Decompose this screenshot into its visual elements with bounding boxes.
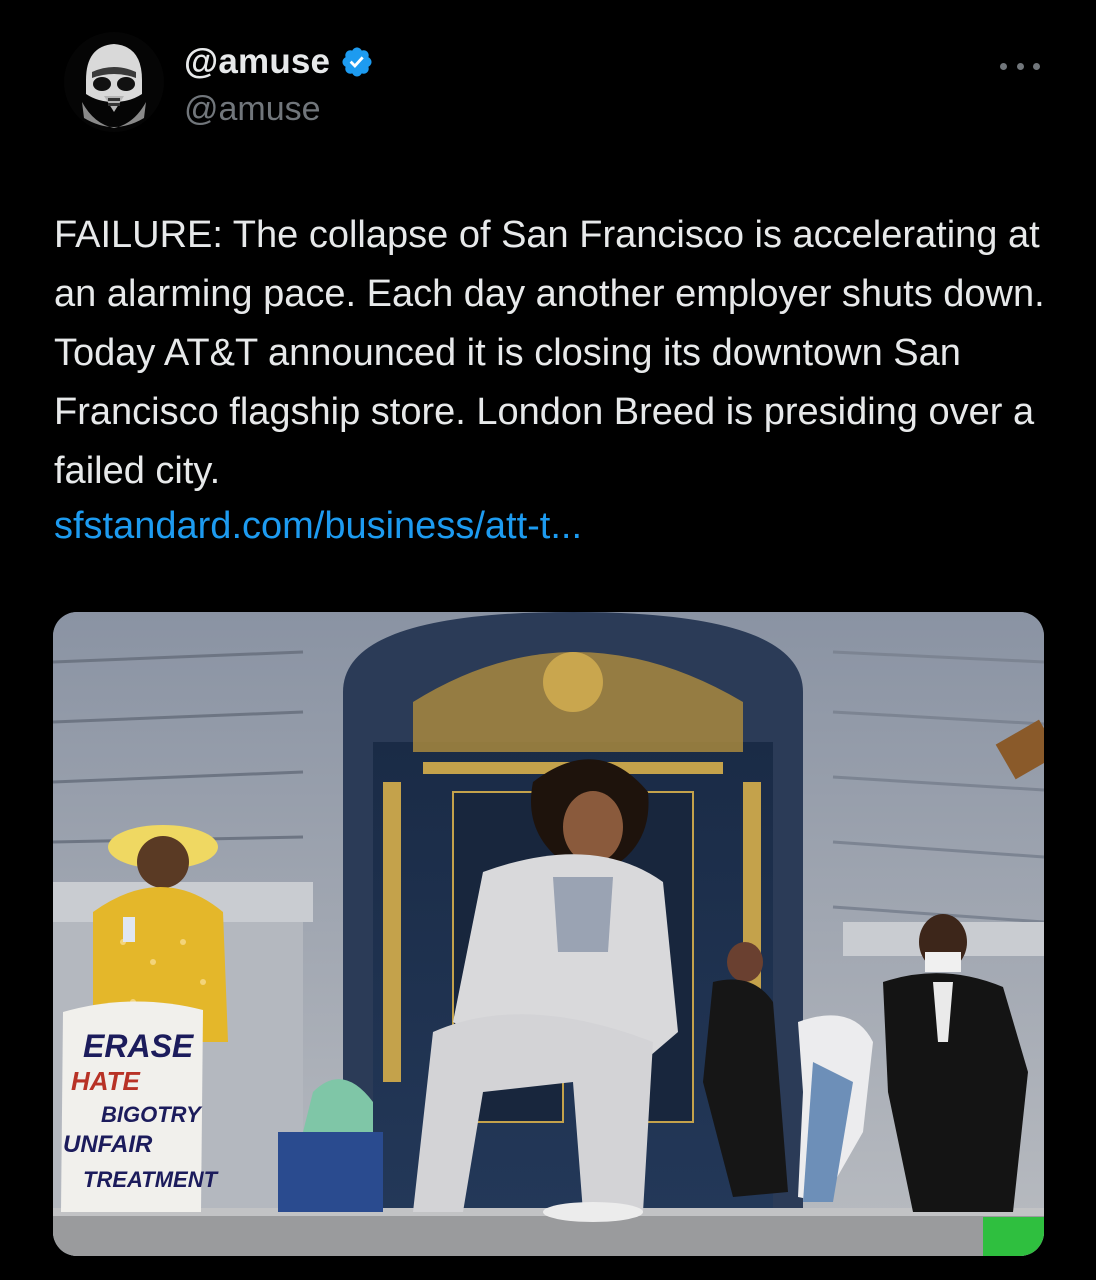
verified-badge-icon <box>342 47 372 77</box>
sign-word-hate: HATE <box>71 1066 141 1096</box>
photo-city-hall-kneeling: ERASE HATE BIGOTRY UNFAIR TREATMENT <box>53 612 1044 1256</box>
stormtrooper-avatar-icon <box>64 32 164 132</box>
author-display-name[interactable]: @amuse <box>184 42 330 82</box>
dot <box>1033 62 1040 70</box>
tweet-media-image[interactable]: ERASE HATE BIGOTRY UNFAIR TREATMENT <box>53 612 1044 1256</box>
tweet: @amuse @amuse FAILURE: The collapse of S… <box>0 0 1096 1280</box>
dot <box>1016 62 1024 70</box>
author-avatar[interactable] <box>64 32 164 132</box>
sign-word-unfair: UNFAIR <box>63 1131 153 1158</box>
dot <box>1000 62 1007 70</box>
tweet-text: FAILURE: The collapse of San Francisco i… <box>54 214 1055 492</box>
author-name-row: @amuse <box>184 42 374 82</box>
sign-word-treatment: TREATMENT <box>83 1167 219 1192</box>
sign-word-erase: ERASE <box>83 1028 195 1064</box>
author-handle[interactable]: @amuse <box>184 90 321 129</box>
tweet-link[interactable]: sfstandard.com/business/att-t... <box>54 497 582 556</box>
sign-word-bigotry: BIGOTRY <box>101 1102 203 1127</box>
more-options-icon[interactable] <box>1000 54 1040 78</box>
